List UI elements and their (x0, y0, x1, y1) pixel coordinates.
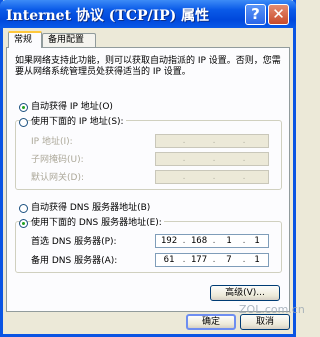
default-gateway-input: . . . (155, 170, 269, 184)
ip-address-input: . . . (155, 134, 269, 148)
ok-button[interactable]: 确定 (186, 314, 236, 330)
radio-manual-ip[interactable] (19, 118, 28, 127)
preferred-dns-label: 首选 DNS 服务器(P): (31, 237, 117, 247)
radio-manual-dns-label[interactable]: 使用下面的 DNS 服务器地址(E): (31, 218, 164, 228)
tcpip-properties-dialog: Internet 协议 (TCP/IP) 属性 ? ✕ 常规 备用配置 如果网络… (0, 0, 305, 337)
radio-auto-ip-label[interactable]: 自动获得 IP 地址(O) (31, 102, 113, 112)
advanced-button[interactable]: 高级(V)... (210, 285, 280, 301)
general-tab-panel: 如果网络支持此功能，则可以获取自动指派的 IP 设置。否则，您需要从网络系统管理… (6, 47, 290, 312)
tab-general[interactable]: 常规 (8, 31, 42, 48)
alternate-dns-label: 备用 DNS 服务器(A): (31, 256, 118, 266)
close-button[interactable]: ✕ (268, 4, 289, 25)
subnet-mask-label: 子网掩码(U): (31, 155, 84, 165)
cancel-button[interactable]: 取消 (240, 314, 290, 330)
default-gateway-label: 默认网关(D): (31, 173, 84, 183)
watermark: ZOL.com.cn (239, 303, 305, 316)
radio-auto-dns[interactable] (19, 204, 28, 213)
tab-alternate-config[interactable]: 备用配置 (42, 33, 96, 47)
radio-manual-dns[interactable] (19, 219, 28, 228)
help-button[interactable]: ? (245, 4, 266, 25)
alternate-dns-input[interactable]: 61. 177. 7. 1 (155, 253, 269, 267)
radio-auto-dns-label[interactable]: 自动获得 DNS 服务器地址(B) (31, 203, 150, 213)
ip-address-label: IP 地址(I): (31, 137, 73, 147)
title-bar[interactable]: Internet 协议 (TCP/IP) 属性 ? ✕ (0, 0, 296, 28)
radio-auto-ip[interactable] (19, 103, 28, 112)
subnet-mask-input: . . . (155, 152, 269, 166)
window-title: Internet 协议 (TCP/IP) 属性 (6, 8, 210, 24)
preferred-dns-input[interactable]: 192. 168. 1. 1 (155, 234, 269, 248)
radio-manual-ip-label[interactable]: 使用下面的 IP 地址(S): (31, 117, 126, 127)
description-text: 如果网络支持此功能，则可以获取自动指派的 IP 设置。否则，您需要从网络系统管理… (15, 56, 281, 77)
